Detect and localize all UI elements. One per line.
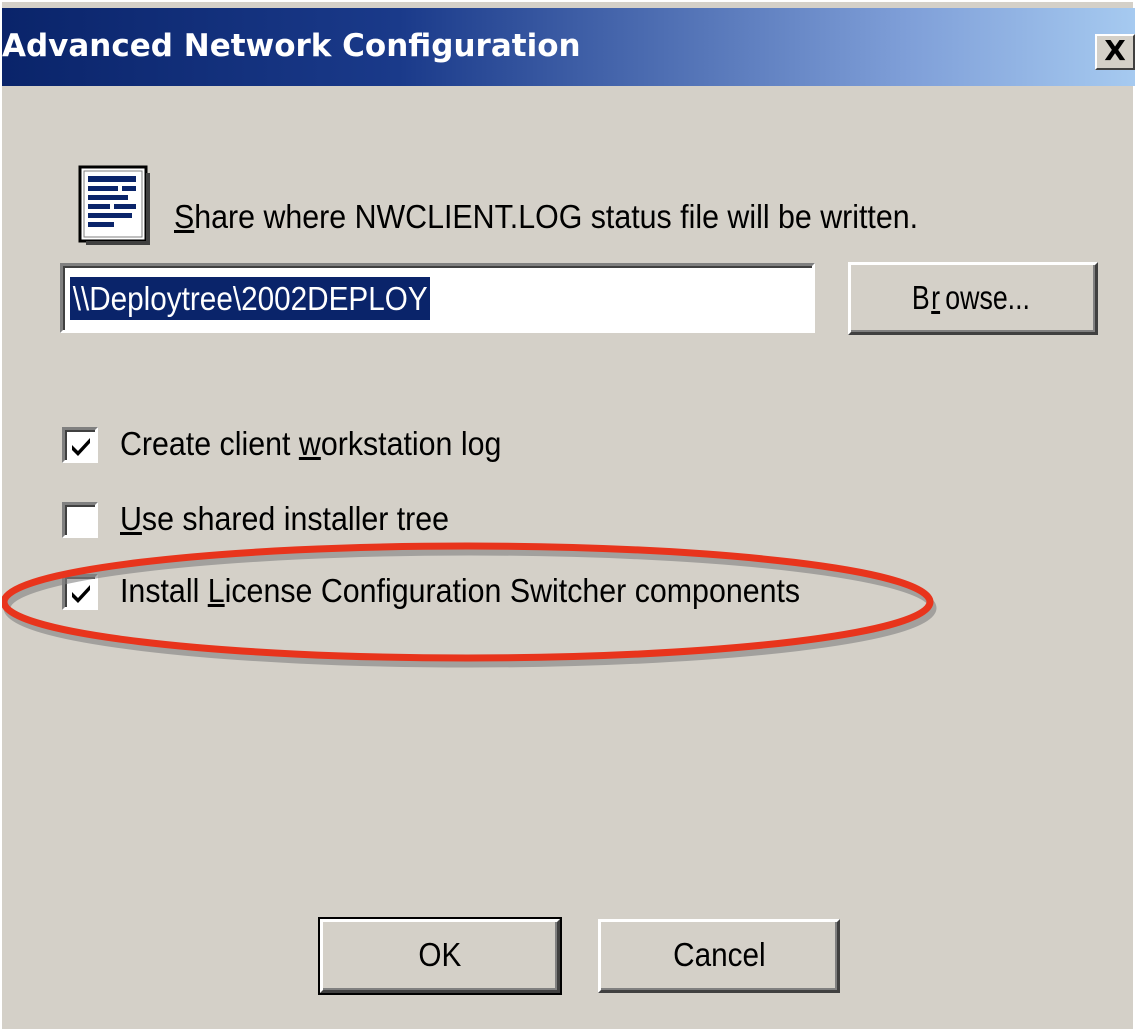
shared-installer-checkbox[interactable] bbox=[62, 502, 98, 538]
cancel-button[interactable]: Cancel bbox=[598, 919, 840, 993]
share-path-input[interactable]: \\Deploytree\2002DEPLOY bbox=[60, 263, 815, 333]
window-title: Advanced Network Configuration bbox=[2, 28, 581, 64]
license-switcher-label[interactable]: Install License Configuration Switcher c… bbox=[120, 572, 800, 610]
shared-installer-label[interactable]: Use shared installer tree bbox=[120, 500, 449, 538]
share-label: Share where NWCLIENT.LOG status file wil… bbox=[174, 198, 919, 235]
checkmark-icon bbox=[72, 585, 90, 603]
browse-button[interactable]: Br owse... bbox=[848, 262, 1098, 335]
create-log-checkbox[interactable] bbox=[62, 427, 98, 463]
create-log-label[interactable]: Create client workstation log bbox=[120, 425, 501, 463]
close-button[interactable]: X bbox=[1095, 34, 1135, 70]
advanced-network-configuration-dialog: Advanced Network Configuration X Share w… bbox=[0, 0, 1135, 1029]
checkmark-icon bbox=[72, 438, 90, 456]
license-switcher-checkbox[interactable] bbox=[62, 574, 98, 610]
ok-button[interactable]: OK bbox=[318, 917, 562, 995]
share-path-value[interactable]: \\Deploytree\2002DEPLOY bbox=[70, 277, 431, 320]
document-icon bbox=[78, 165, 150, 245]
title-bar[interactable]: Advanced Network Configuration X bbox=[2, 8, 1135, 86]
